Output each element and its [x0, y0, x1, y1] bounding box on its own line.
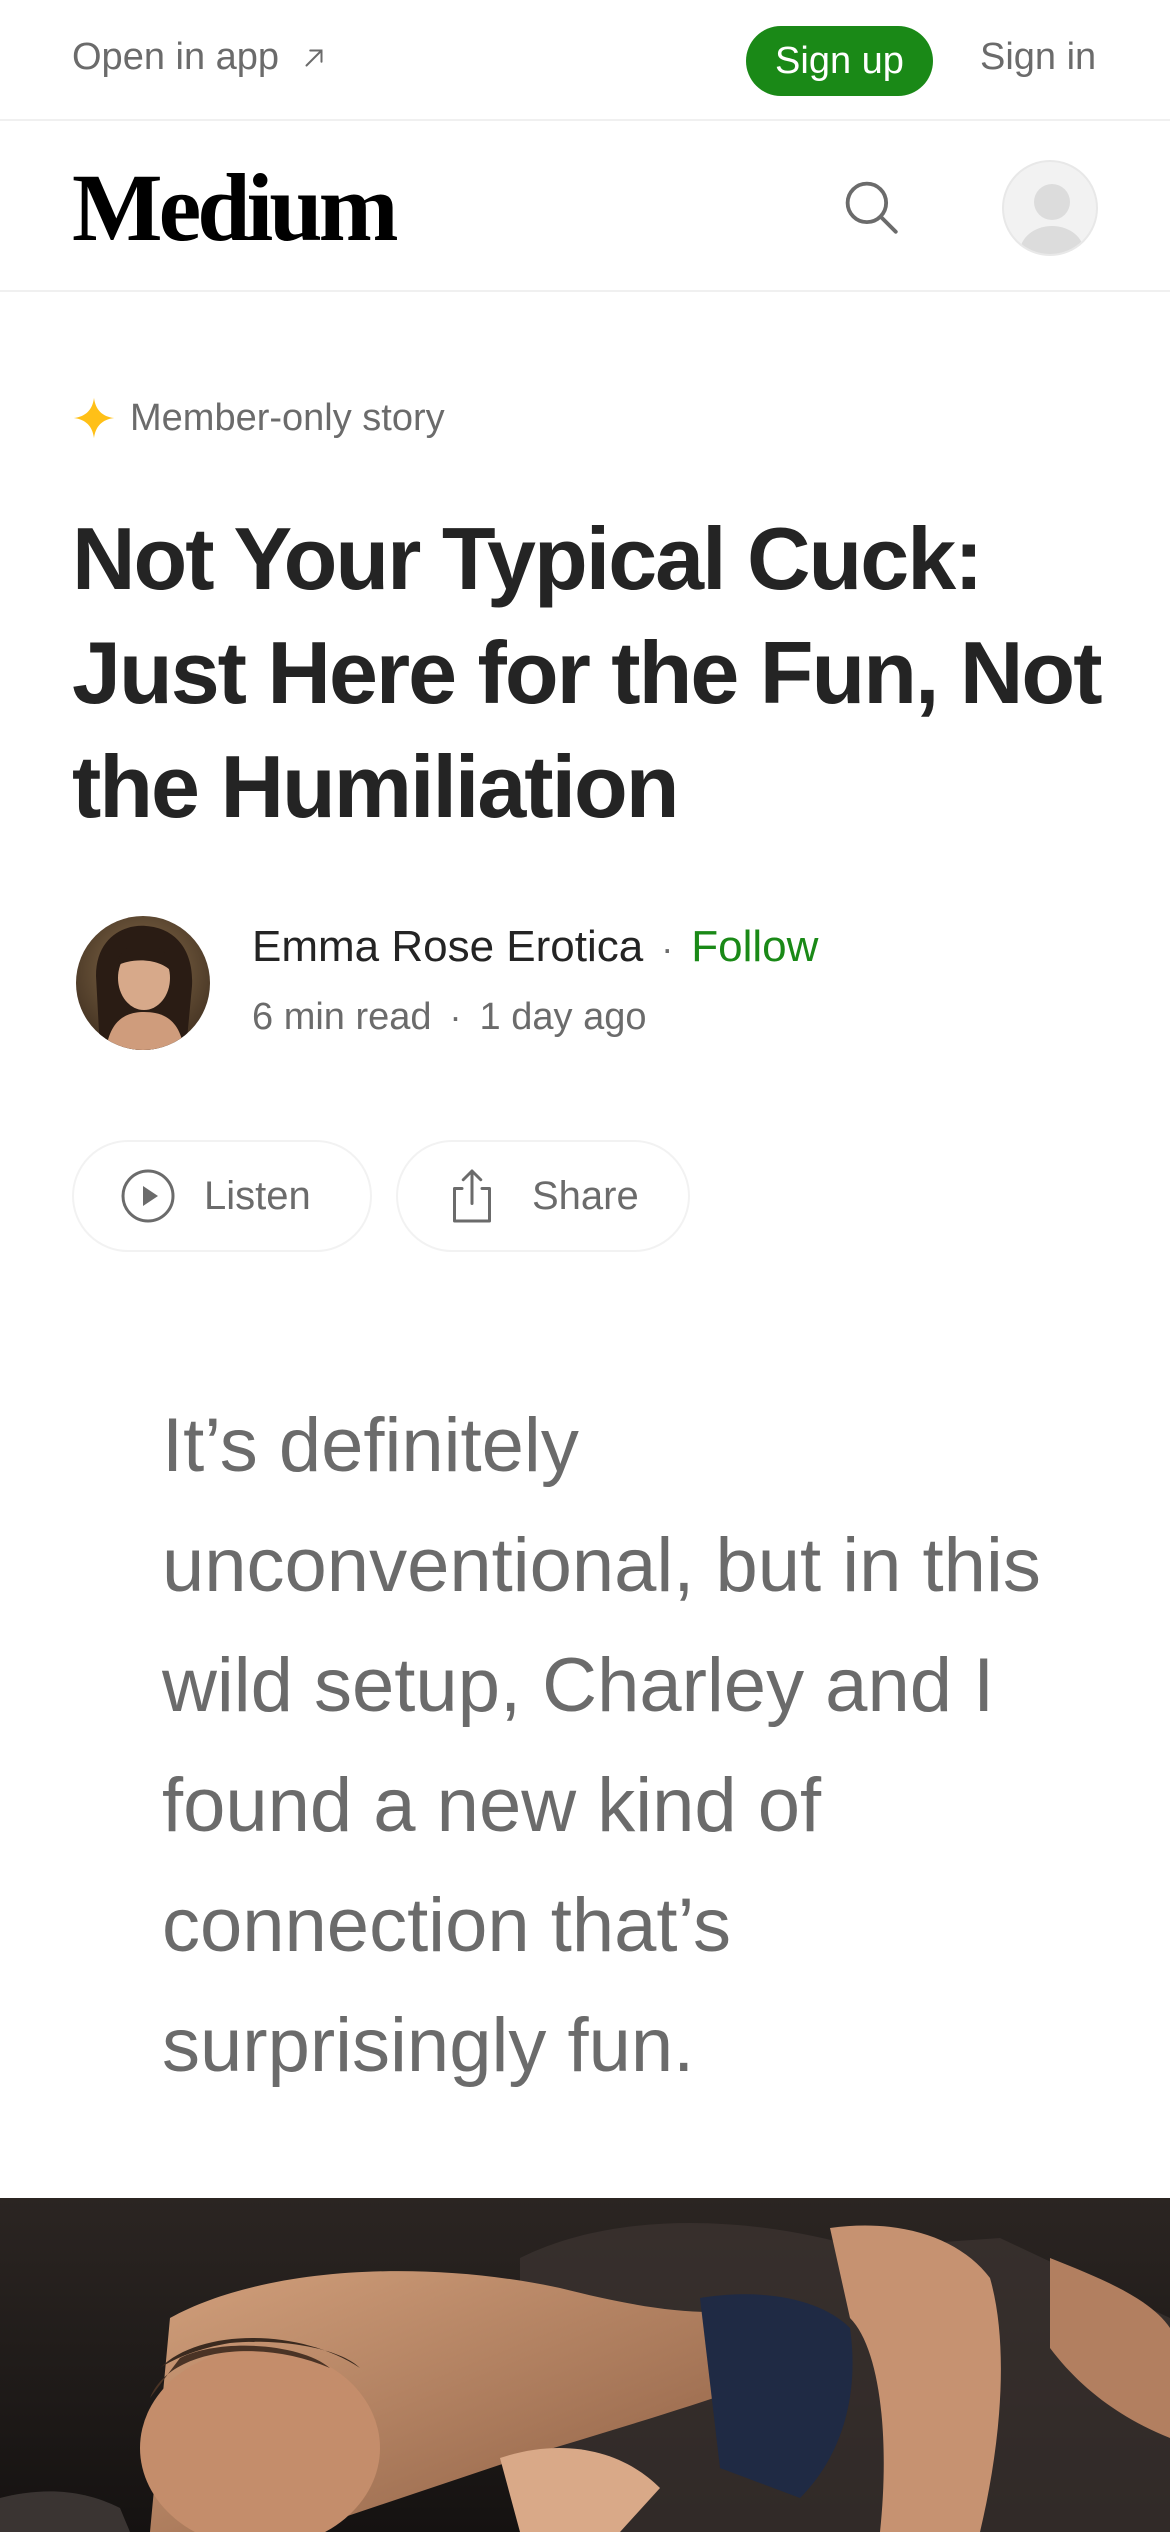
publish-date: 1 day ago	[479, 996, 647, 1038]
read-time: 6 min read	[252, 996, 432, 1038]
site-header: Medium	[0, 122, 1170, 292]
star-icon	[73, 397, 115, 439]
author-row: Emma Rose Erotica · Follow	[252, 922, 818, 972]
member-only-badge: Member-only story	[72, 396, 445, 440]
author-name[interactable]: Emma Rose Erotica	[252, 922, 643, 972]
play-circle-icon	[121, 1169, 175, 1223]
sign-in-link[interactable]: Sign in	[980, 36, 1096, 79]
listen-button[interactable]: Listen	[72, 1140, 372, 1252]
sign-up-button[interactable]: Sign up	[746, 26, 933, 96]
article-meta: 6 min read · 1 day ago	[252, 996, 646, 1039]
share-label: Share	[532, 1173, 639, 1218]
article-hero-image	[0, 2198, 1170, 2532]
separator-dot: ·	[661, 928, 674, 969]
listen-label: Listen	[204, 1173, 311, 1218]
share-button[interactable]: Share	[396, 1140, 690, 1252]
top-banner: Open in app Sign up Sign in	[0, 0, 1170, 121]
medium-logo[interactable]: Medium	[72, 160, 399, 256]
separator-dot: ·	[449, 996, 462, 1037]
member-only-label: Member-only story	[130, 396, 445, 439]
article-title: Not Your Typical Cuck: Just Here for the…	[72, 509, 1103, 836]
open-in-app-label: Open in app	[72, 36, 280, 78]
article-subtitle: It’s definitely unconventional, but in t…	[162, 1403, 1041, 2088]
open-in-app-link[interactable]: Open in app	[72, 36, 329, 79]
search-icon[interactable]	[838, 174, 904, 240]
share-icon	[453, 1169, 491, 1223]
user-avatar-icon[interactable]	[1002, 160, 1098, 256]
author-avatar[interactable]	[76, 916, 210, 1050]
follow-button[interactable]: Follow	[691, 922, 818, 972]
arrow-up-right-icon	[305, 49, 323, 66]
